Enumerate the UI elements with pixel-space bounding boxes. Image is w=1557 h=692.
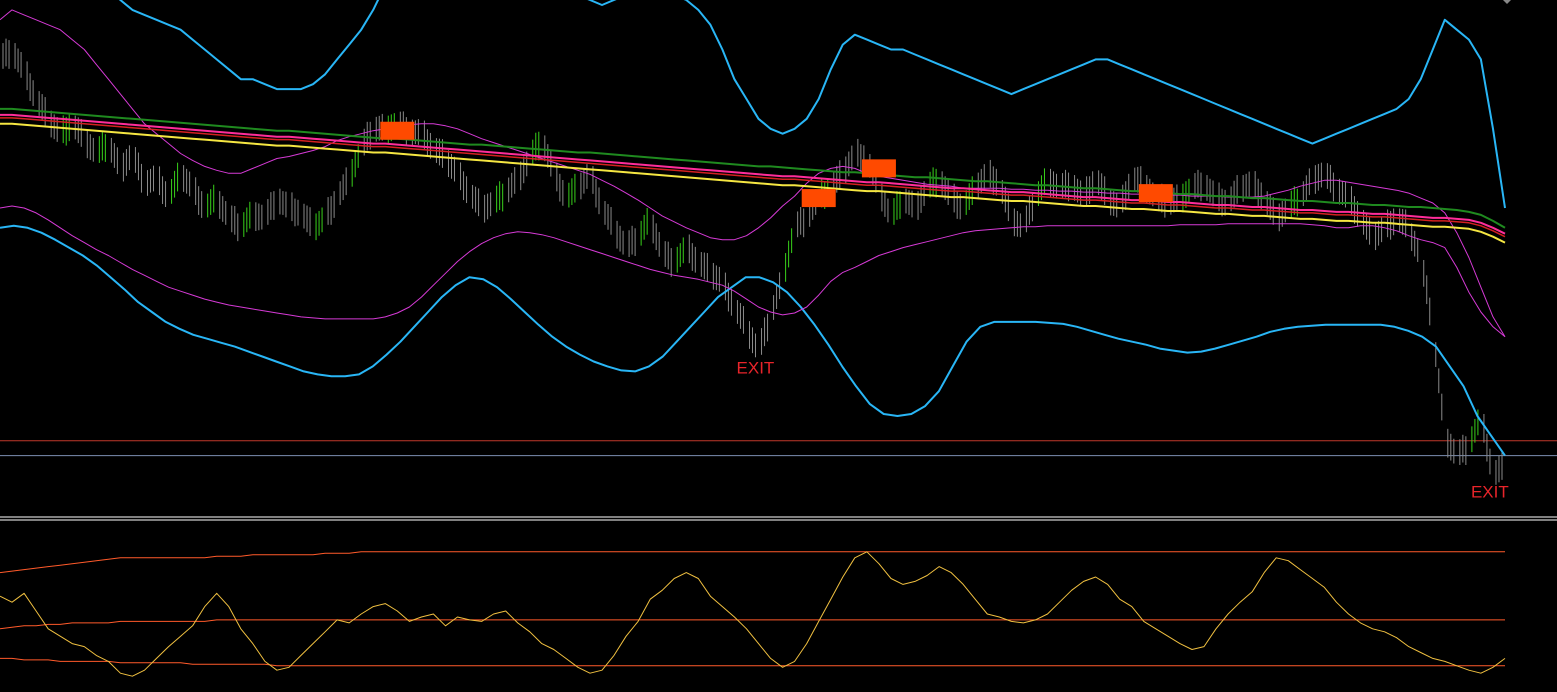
signal-marker[interactable] [380, 121, 415, 140]
signal-marker[interactable] [801, 189, 836, 208]
trading-chart[interactable]: EXIT EXIT [0, 0, 1557, 692]
exit-label: EXIT [1471, 482, 1509, 501]
signal-marker[interactable] [861, 159, 896, 178]
signal-marker[interactable] [1138, 184, 1173, 203]
exit-label: EXIT [737, 359, 775, 378]
